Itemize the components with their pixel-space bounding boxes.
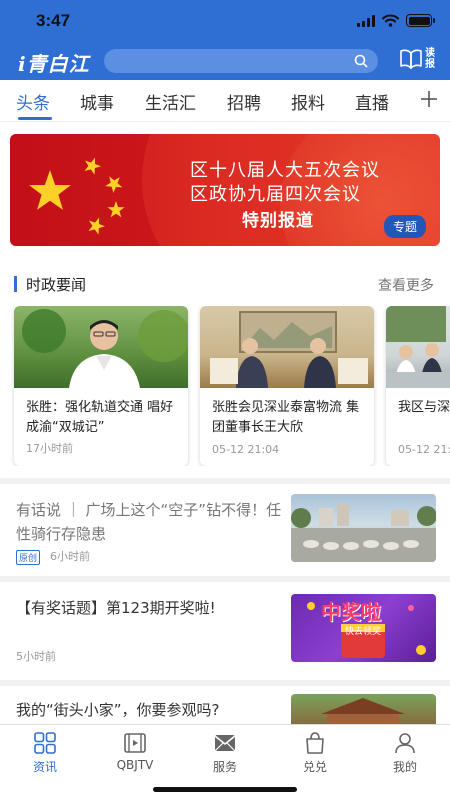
shopping-bag-icon [306, 732, 324, 754]
prize-banner-text: 中奖啦 [321, 600, 381, 624]
search-bar[interactable] [104, 49, 378, 73]
news-card-image [200, 306, 374, 388]
nav-profile-label: 我的 [392, 760, 417, 774]
section-divider [0, 576, 450, 582]
nav-exchange[interactable]: 兑兑 [270, 731, 360, 775]
list-item-image: 中奖啦 快去领奖 [291, 594, 436, 662]
news-card-title: 张胜会见深业泰富物流 集团董事长王大欣 [212, 400, 360, 435]
search-input[interactable] [104, 49, 378, 73]
tab-jobs[interactable]: 招聘 [227, 89, 261, 114]
app-header: i青白江 读报 [0, 44, 450, 80]
wifi-icon [382, 14, 399, 27]
list-item-time: 6小时前 [50, 550, 90, 563]
news-card-time: 05-12 21: [398, 443, 450, 456]
tab-city[interactable]: 城事 [80, 89, 114, 114]
news-card[interactable]: 张胜：强化轨道交通 唱好成渝“双城记” 17小时前 [14, 306, 188, 466]
list-item[interactable]: 有话说 ｜ 广场上这个“空子”钻不得！任性骑行存隐患 原创 6小时前 [0, 490, 450, 572]
app-logo: i青白江 [18, 52, 90, 76]
nav-news-label: 资讯 [32, 760, 57, 774]
list-item-title: 我的“街头小家”，你要参观吗? [16, 701, 220, 719]
nav-profile[interactable]: 我的 [360, 731, 450, 775]
news-card-image [14, 306, 188, 388]
nav-qbjtv-label: QBJTV [116, 758, 154, 772]
prize-banner-subtext: 快去领奖 [345, 627, 382, 637]
section-title: 时政要闻 [26, 276, 87, 294]
nav-exchange-label: 兑兑 [302, 760, 327, 774]
view-more-link[interactable]: 查看更多 [378, 275, 434, 295]
grid-icon [34, 732, 56, 754]
status-bar: 3:47 [0, 0, 450, 44]
read-newspaper-label: 读报 [425, 48, 435, 70]
category-tabs: 头条 城事 生活汇 招聘 报料 直播 [0, 80, 450, 122]
nav-news[interactable]: 资讯 [0, 731, 90, 775]
section-divider [0, 680, 450, 686]
list-item-title: 【有奖话题】第123期开奖啦! [16, 599, 216, 617]
news-card-title: 我区与深 座谈会 [398, 400, 450, 415]
tab-live[interactable]: 直播 [355, 89, 389, 114]
news-card[interactable]: 张胜会见深业泰富物流 集团董事长王大欣 05-12 21:04 [200, 306, 374, 466]
flag-stars-icon [10, 134, 160, 246]
politics-news-carousel[interactable]: 张胜：强化轨道交通 唱好成渝“双城记” 17小时前 张胜会见深业泰富物流 集团董… [0, 306, 450, 466]
special-report-banner[interactable]: 区十八届人大五次会议 区政协九届四次会议 特别报道 专题 [10, 134, 440, 246]
list-item-image [291, 694, 436, 724]
film-icon [124, 733, 146, 753]
list-item-time: 5小时前 [16, 650, 56, 663]
signal-icon [357, 14, 375, 27]
bottom-navigation: 资讯 QBJTV 服务 兑兑 我的 [0, 724, 450, 800]
section-divider [0, 478, 450, 484]
user-icon [395, 733, 415, 754]
news-card-image [386, 306, 450, 388]
nav-services[interactable]: 服务 [180, 731, 270, 775]
home-indicator [153, 787, 297, 792]
banner-topic-badge[interactable]: 专题 [383, 215, 426, 238]
banner-line-2: 区政协九届四次会议 [190, 184, 361, 205]
tab-report[interactable]: 报料 [291, 89, 325, 114]
status-time: 3:47 [36, 11, 71, 30]
envelope-icon [214, 735, 236, 752]
banner-line-1: 区十八届人大五次会议 [190, 160, 380, 181]
section-header: 时政要闻 查看更多 [0, 272, 450, 296]
active-tab-indicator [18, 117, 52, 120]
battery-icon [406, 14, 435, 27]
news-card-time: 17小时前 [26, 442, 73, 455]
tab-life[interactable]: 生活汇 [145, 89, 196, 114]
section-accent-bar [14, 276, 17, 292]
status-icons [357, 14, 435, 27]
original-badge: 原创 [16, 550, 41, 565]
book-icon [400, 49, 422, 69]
list-item-title: 有话说 ｜ 广场上这个“空子”钻不得！任性骑行存隐患 [16, 501, 282, 543]
plus-icon[interactable] [418, 88, 440, 110]
search-icon[interactable] [354, 54, 368, 68]
nav-services-label: 服务 [212, 760, 237, 774]
nav-qbjtv[interactable]: QBJTV [90, 731, 180, 772]
list-item[interactable]: 我的“街头小家”，你要参观吗? [0, 692, 450, 724]
news-card-time: 05-12 21:04 [212, 443, 280, 456]
news-card-title: 张胜：强化轨道交通 唱好成渝“双城记” [26, 400, 174, 435]
list-item-image [291, 494, 436, 562]
tab-headlines[interactable]: 头条 [16, 89, 50, 114]
news-card[interactable]: 我区与深 座谈会 05-12 21: [386, 306, 450, 466]
read-newspaper-button[interactable]: 读报 [399, 48, 436, 70]
list-item[interactable]: 【有奖话题】第123期开奖啦! 5小时前 中奖啦 快去领奖 [0, 588, 450, 668]
